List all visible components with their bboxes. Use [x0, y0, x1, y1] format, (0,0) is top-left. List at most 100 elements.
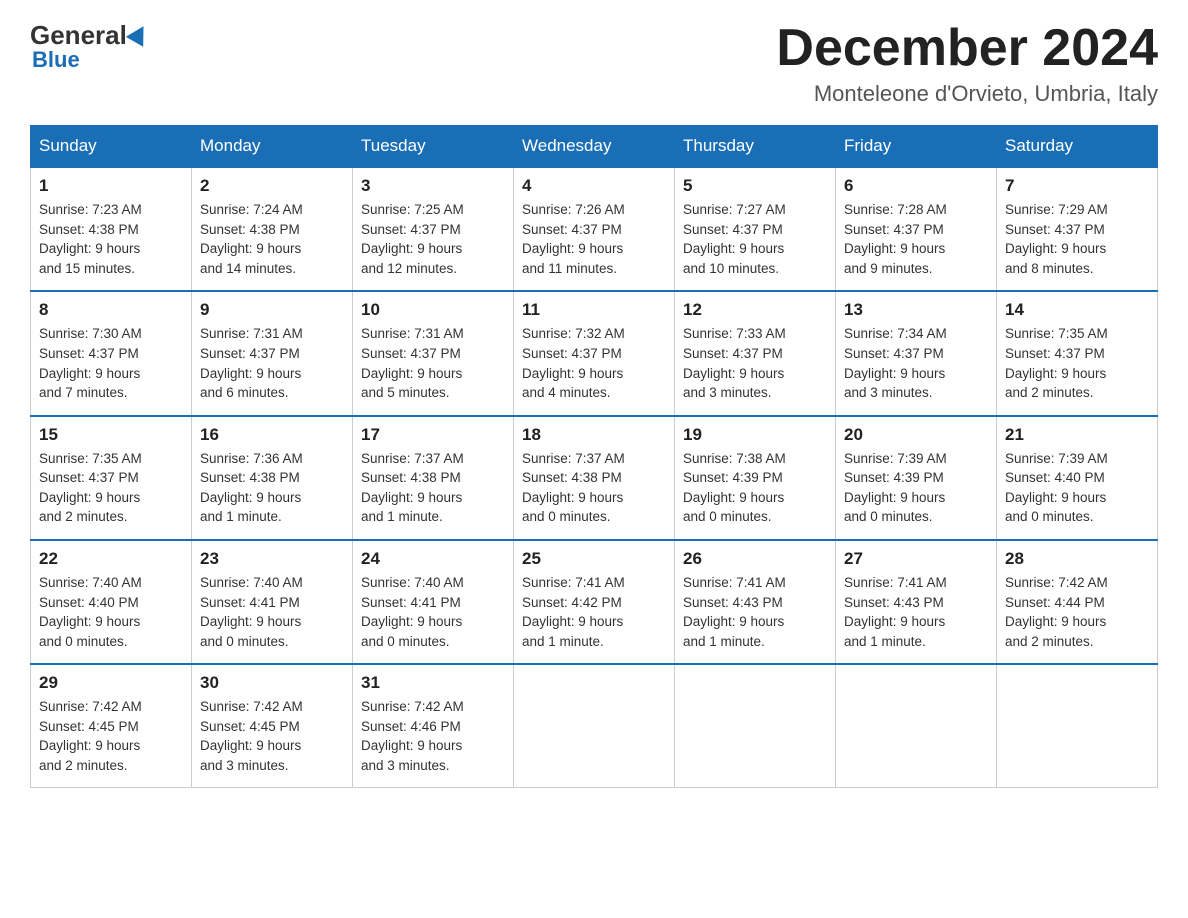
- day-info: Sunrise: 7:40 AMSunset: 4:41 PMDaylight:…: [361, 573, 505, 651]
- day-number: 24: [361, 549, 505, 569]
- calendar-day-cell: 9 Sunrise: 7:31 AMSunset: 4:37 PMDaylight…: [192, 291, 353, 415]
- weekday-header: Tuesday: [353, 126, 514, 168]
- day-number: 25: [522, 549, 666, 569]
- calendar-day-cell: 1 Sunrise: 7:23 AMSunset: 4:38 PMDaylight…: [31, 167, 192, 291]
- calendar-day-cell: 3Sunrise: 7:25 AMSunset: 4:37 PMDaylight…: [353, 167, 514, 291]
- day-info: Sunrise: 7:40 AMSunset: 4:41 PMDaylight:…: [200, 573, 344, 651]
- day-number: 19: [683, 425, 827, 445]
- calendar-day-cell: 12Sunrise: 7:33 AMSunset: 4:37 PMDayligh…: [675, 291, 836, 415]
- weekday-header: Thursday: [675, 126, 836, 168]
- day-info: Sunrise: 7:34 AMSunset: 4:37 PMDaylight:…: [844, 324, 988, 402]
- day-info: Sunrise: 7:27 AMSunset: 4:37 PMDaylight:…: [683, 200, 827, 278]
- day-info: Sunrise: 7:35 AMSunset: 4:37 PMDaylight:…: [1005, 324, 1149, 402]
- calendar-day-cell: [675, 664, 836, 788]
- day-number: 8: [39, 300, 183, 320]
- day-info: Sunrise: 7:30 AMSunset: 4:37 PMDaylight:…: [39, 324, 183, 402]
- day-info: Sunrise: 7:41 AMSunset: 4:42 PMDaylight:…: [522, 573, 666, 651]
- calendar-week-row: 22 Sunrise: 7:40 AMSunset: 4:40 PMDayligh…: [31, 540, 1158, 664]
- day-number: 2: [200, 176, 344, 196]
- day-number: 22: [39, 549, 183, 569]
- day-info: Sunrise: 7:42 AMSunset: 4:44 PMDaylight:…: [1005, 573, 1149, 651]
- logo-triangle-icon: [126, 21, 152, 47]
- weekday-header: Wednesday: [514, 126, 675, 168]
- day-number: 11: [522, 300, 666, 320]
- day-info: Sunrise: 7:37 AMSunset: 4:38 PMDaylight:…: [361, 449, 505, 527]
- day-number: 29: [39, 673, 183, 693]
- calendar-day-cell: 5Sunrise: 7:27 AMSunset: 4:37 PMDaylight…: [675, 167, 836, 291]
- calendar-week-row: 1 Sunrise: 7:23 AMSunset: 4:38 PMDaylight…: [31, 167, 1158, 291]
- day-number: 17: [361, 425, 505, 445]
- calendar-day-cell: 27 Sunrise: 7:41 AMSunset: 4:43 PMDayligh…: [836, 540, 997, 664]
- day-number: 3: [361, 176, 505, 196]
- day-number: 1: [39, 176, 183, 196]
- calendar-day-cell: 24 Sunrise: 7:40 AMSunset: 4:41 PMDayligh…: [353, 540, 514, 664]
- calendar-day-cell: 15 Sunrise: 7:35 AMSunset: 4:37 PMDayligh…: [31, 416, 192, 540]
- location-title: Monteleone d'Orvieto, Umbria, Italy: [776, 81, 1158, 107]
- logo-blue-text: Blue: [32, 47, 80, 73]
- weekday-header: Monday: [192, 126, 353, 168]
- day-number: 26: [683, 549, 827, 569]
- calendar-day-cell: 10Sunrise: 7:31 AMSunset: 4:37 PMDayligh…: [353, 291, 514, 415]
- day-info: Sunrise: 7:28 AMSunset: 4:37 PMDaylight:…: [844, 200, 988, 278]
- day-number: 20: [844, 425, 988, 445]
- day-info: Sunrise: 7:35 AMSunset: 4:37 PMDaylight:…: [39, 449, 183, 527]
- calendar-day-cell: [514, 664, 675, 788]
- day-number: 6: [844, 176, 988, 196]
- calendar-table: SundayMondayTuesdayWednesdayThursdayFrid…: [30, 125, 1158, 788]
- day-number: 23: [200, 549, 344, 569]
- day-number: 18: [522, 425, 666, 445]
- day-info: Sunrise: 7:42 AMSunset: 4:46 PMDaylight:…: [361, 697, 505, 775]
- day-number: 16: [200, 425, 344, 445]
- day-number: 27: [844, 549, 988, 569]
- calendar-day-cell: 17 Sunrise: 7:37 AMSunset: 4:38 PMDayligh…: [353, 416, 514, 540]
- day-number: 13: [844, 300, 988, 320]
- calendar-day-cell: 18 Sunrise: 7:37 AMSunset: 4:38 PMDayligh…: [514, 416, 675, 540]
- day-info: Sunrise: 7:33 AMSunset: 4:37 PMDaylight:…: [683, 324, 827, 402]
- weekday-header: Saturday: [997, 126, 1158, 168]
- day-info: Sunrise: 7:38 AMSunset: 4:39 PMDaylight:…: [683, 449, 827, 527]
- calendar-day-cell: 4Sunrise: 7:26 AMSunset: 4:37 PMDaylight…: [514, 167, 675, 291]
- calendar-day-cell: 11 Sunrise: 7:32 AMSunset: 4:37 PMDayligh…: [514, 291, 675, 415]
- day-number: 31: [361, 673, 505, 693]
- calendar-day-cell: 31 Sunrise: 7:42 AMSunset: 4:46 PMDayligh…: [353, 664, 514, 788]
- day-number: 15: [39, 425, 183, 445]
- weekday-header: Sunday: [31, 126, 192, 168]
- day-info: Sunrise: 7:24 AMSunset: 4:38 PMDaylight:…: [200, 200, 344, 278]
- calendar-day-cell: 19 Sunrise: 7:38 AMSunset: 4:39 PMDayligh…: [675, 416, 836, 540]
- calendar-day-cell: 2 Sunrise: 7:24 AMSunset: 4:38 PMDaylight…: [192, 167, 353, 291]
- calendar-week-row: 8 Sunrise: 7:30 AMSunset: 4:37 PMDaylight…: [31, 291, 1158, 415]
- month-title: December 2024: [776, 20, 1158, 77]
- day-info: Sunrise: 7:41 AMSunset: 4:43 PMDaylight:…: [683, 573, 827, 651]
- day-info: Sunrise: 7:40 AMSunset: 4:40 PMDaylight:…: [39, 573, 183, 651]
- day-info: Sunrise: 7:31 AMSunset: 4:37 PMDaylight:…: [361, 324, 505, 402]
- day-info: Sunrise: 7:42 AMSunset: 4:45 PMDaylight:…: [39, 697, 183, 775]
- calendar-day-cell: 13 Sunrise: 7:34 AMSunset: 4:37 PMDayligh…: [836, 291, 997, 415]
- day-number: 7: [1005, 176, 1149, 196]
- day-number: 30: [200, 673, 344, 693]
- calendar-header-row: SundayMondayTuesdayWednesdayThursdayFrid…: [31, 126, 1158, 168]
- day-info: Sunrise: 7:32 AMSunset: 4:37 PMDaylight:…: [522, 324, 666, 402]
- day-info: Sunrise: 7:26 AMSunset: 4:37 PMDaylight:…: [522, 200, 666, 278]
- calendar-day-cell: 7Sunrise: 7:29 AMSunset: 4:37 PMDaylight…: [997, 167, 1158, 291]
- day-info: Sunrise: 7:23 AMSunset: 4:38 PMDaylight:…: [39, 200, 183, 278]
- calendar-day-cell: 21Sunrise: 7:39 AMSunset: 4:40 PMDayligh…: [997, 416, 1158, 540]
- page-header: General Blue December 2024 Monteleone d'…: [30, 20, 1158, 107]
- day-info: Sunrise: 7:31 AMSunset: 4:37 PMDaylight:…: [200, 324, 344, 402]
- calendar-day-cell: [997, 664, 1158, 788]
- title-block: December 2024 Monteleone d'Orvieto, Umbr…: [776, 20, 1158, 107]
- day-number: 28: [1005, 549, 1149, 569]
- calendar-day-cell: 14Sunrise: 7:35 AMSunset: 4:37 PMDayligh…: [997, 291, 1158, 415]
- calendar-day-cell: 6 Sunrise: 7:28 AMSunset: 4:37 PMDaylight…: [836, 167, 997, 291]
- day-number: 9: [200, 300, 344, 320]
- day-info: Sunrise: 7:41 AMSunset: 4:43 PMDaylight:…: [844, 573, 988, 651]
- weekday-header: Friday: [836, 126, 997, 168]
- day-info: Sunrise: 7:42 AMSunset: 4:45 PMDaylight:…: [200, 697, 344, 775]
- day-info: Sunrise: 7:39 AMSunset: 4:39 PMDaylight:…: [844, 449, 988, 527]
- day-info: Sunrise: 7:36 AMSunset: 4:38 PMDaylight:…: [200, 449, 344, 527]
- logo: General Blue: [30, 20, 149, 73]
- calendar-day-cell: 16 Sunrise: 7:36 AMSunset: 4:38 PMDayligh…: [192, 416, 353, 540]
- calendar-day-cell: 20 Sunrise: 7:39 AMSunset: 4:39 PMDayligh…: [836, 416, 997, 540]
- day-info: Sunrise: 7:37 AMSunset: 4:38 PMDaylight:…: [522, 449, 666, 527]
- calendar-day-cell: 23 Sunrise: 7:40 AMSunset: 4:41 PMDayligh…: [192, 540, 353, 664]
- calendar-day-cell: 22 Sunrise: 7:40 AMSunset: 4:40 PMDayligh…: [31, 540, 192, 664]
